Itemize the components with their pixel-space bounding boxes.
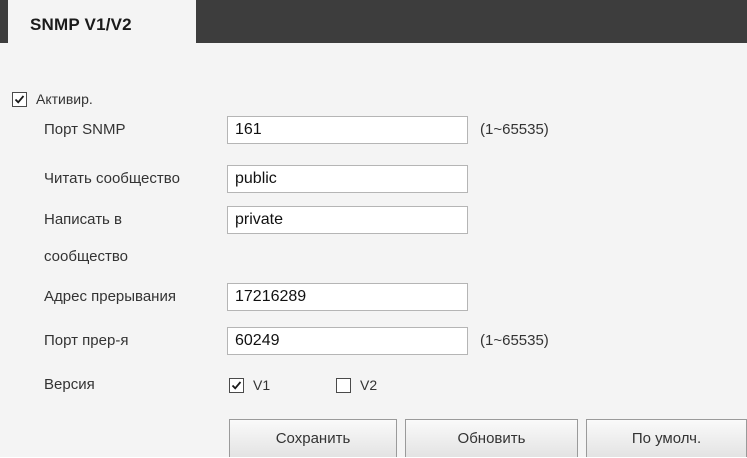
save-button[interactable]: Сохранить [229, 419, 397, 457]
checkmark-icon [14, 94, 25, 104]
snmp-port-label: Порт SNMP [44, 121, 126, 138]
read-community-label: Читать сообщество [44, 170, 180, 187]
write-community-label-line1: Написать в [44, 211, 123, 228]
version-v2-checkbox[interactable] [336, 377, 351, 393]
write-community-label-line2: сообщество [44, 248, 128, 265]
enable-checkbox[interactable] [12, 91, 27, 107]
version-v1-label: V1 [253, 377, 271, 393]
version-v1-checkbox[interactable] [229, 377, 244, 393]
enable-label: Активир. [36, 91, 93, 107]
settings-panel: SNMP V1/V2 Активир. Порт SNMP (1~65535) … [0, 0, 747, 457]
version-label: Версия [44, 376, 95, 393]
version-v2-label: V2 [360, 377, 378, 393]
snmp-port-input[interactable] [227, 116, 468, 144]
default-button[interactable]: По умолч. [586, 419, 747, 457]
trap-address-label: Адрес прерывания [44, 288, 176, 305]
write-community-input[interactable] [227, 206, 468, 234]
trap-port-range: (1~65535) [480, 332, 549, 349]
trap-address-input[interactable] [227, 283, 468, 311]
read-community-input[interactable] [227, 165, 468, 193]
trap-port-label: Порт прер-я [44, 332, 129, 349]
checkmark-icon [231, 380, 242, 390]
refresh-button[interactable]: Обновить [405, 419, 578, 457]
trap-port-input[interactable] [227, 327, 468, 355]
version-v1-option[interactable]: V1 [229, 374, 270, 396]
tab-snmp-v1-v2[interactable]: SNMP V1/V2 [8, 0, 196, 45]
version-v2-option[interactable]: V2 [336, 374, 377, 396]
snmp-port-range: (1~65535) [480, 121, 549, 138]
enable-row[interactable]: Активир. [12, 88, 93, 110]
